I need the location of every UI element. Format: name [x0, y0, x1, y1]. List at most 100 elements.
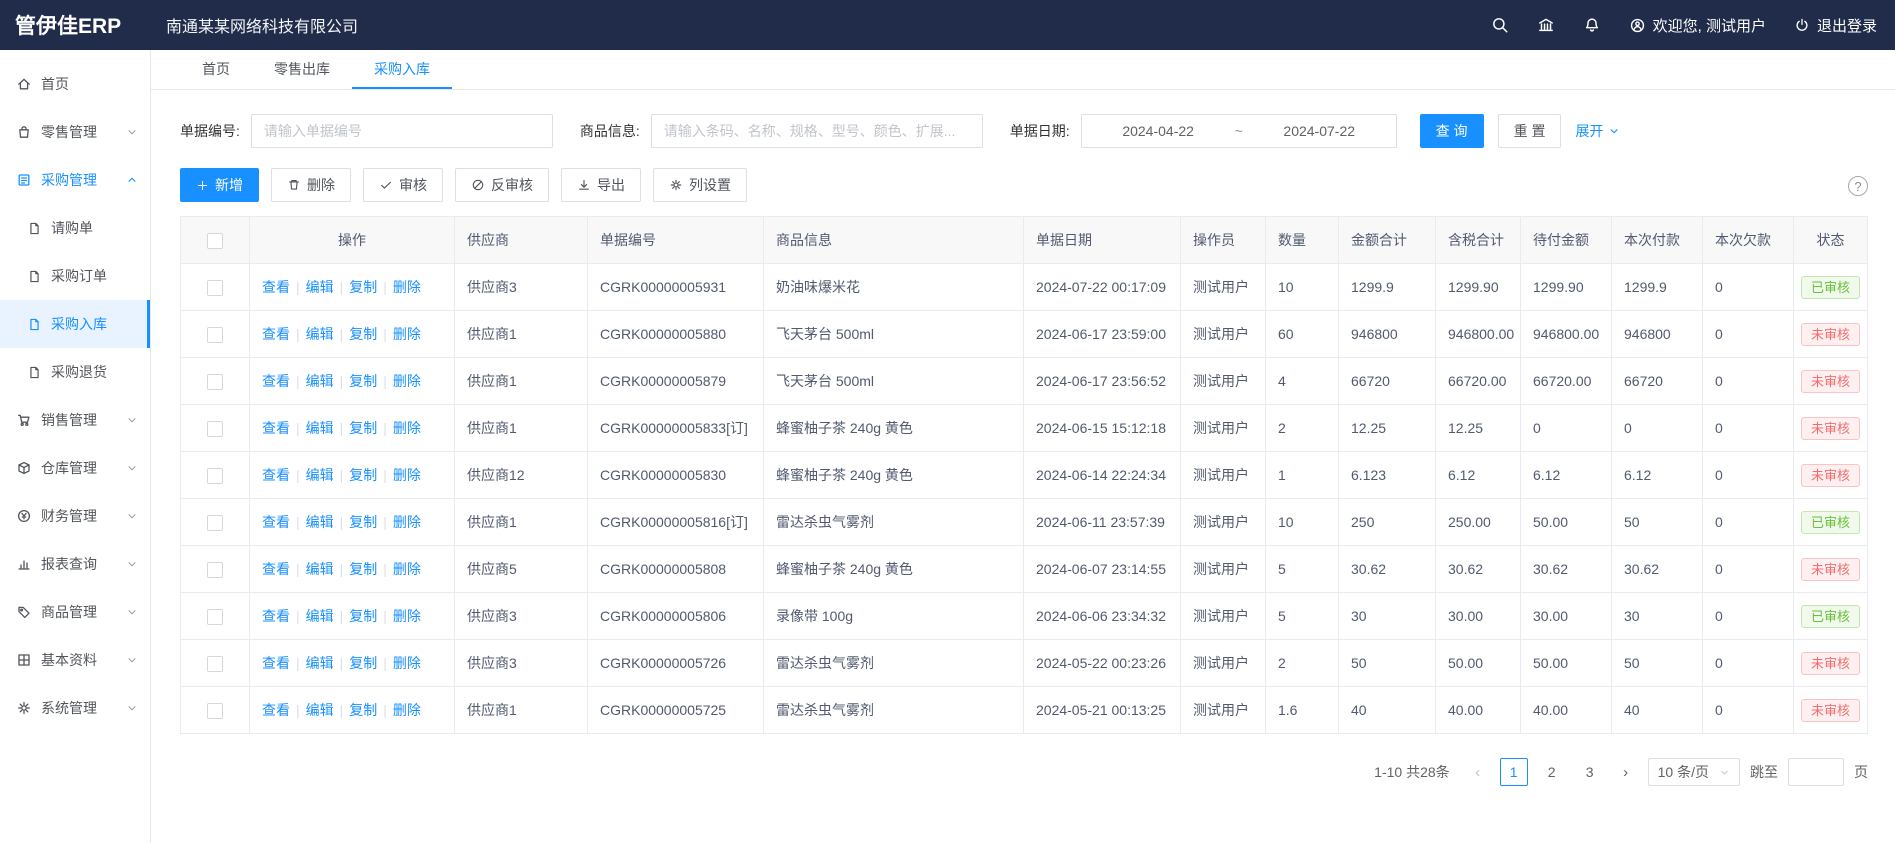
expand-button[interactable]: 展开 — [1575, 121, 1620, 141]
delete-link[interactable]: 删除 — [393, 420, 421, 436]
sidebar-item-sales[interactable]: 销售管理 — [0, 396, 150, 444]
jump-page-input[interactable] — [1788, 758, 1844, 786]
delete-link[interactable]: 删除 — [393, 655, 421, 671]
operator-cell: 测试用户 — [1181, 593, 1266, 640]
copy-link[interactable]: 复制 — [349, 420, 377, 436]
tab-retail-outbound[interactable]: 零售出库 — [252, 50, 352, 89]
payable-cell: 30.00 — [1521, 593, 1612, 640]
sidebar-item-basedata[interactable]: 基本资料 — [0, 636, 150, 684]
delete-link[interactable]: 删除 — [393, 608, 421, 624]
delete-button[interactable]: 删除 — [271, 168, 351, 202]
user-menu[interactable]: 欢迎您, 测试用户 — [1629, 15, 1766, 36]
export-button[interactable]: 导出 — [561, 168, 641, 202]
delete-link[interactable]: 删除 — [393, 514, 421, 530]
copy-link[interactable]: 复制 — [349, 279, 377, 295]
row-checkbox[interactable] — [207, 562, 223, 578]
tab-home[interactable]: 首页 — [180, 50, 252, 89]
bell-icon[interactable] — [1583, 16, 1601, 34]
delete-link[interactable]: 删除 — [393, 561, 421, 577]
audit-button[interactable]: 审核 — [363, 168, 443, 202]
edit-link[interactable]: 编辑 — [306, 514, 334, 530]
row-checkbox[interactable] — [207, 703, 223, 719]
sidebar-item-goods[interactable]: 商品管理 — [0, 588, 150, 636]
sidebar-item-finance[interactable]: 财务管理 — [0, 492, 150, 540]
edit-link[interactable]: 编辑 — [306, 655, 334, 671]
row-checkbox[interactable] — [207, 515, 223, 531]
copy-link[interactable]: 复制 — [349, 373, 377, 389]
next-page-button[interactable]: › — [1614, 758, 1638, 786]
sidebar-item-reports[interactable]: 报表查询 — [0, 540, 150, 588]
help-icon[interactable]: ? — [1848, 176, 1868, 196]
copy-link[interactable]: 复制 — [349, 655, 377, 671]
edit-link[interactable]: 编辑 — [306, 420, 334, 436]
edit-link[interactable]: 编辑 — [306, 561, 334, 577]
row-checkbox[interactable] — [207, 468, 223, 484]
delete-link[interactable]: 删除 — [393, 279, 421, 295]
row-checkbox[interactable] — [207, 280, 223, 296]
row-checkbox[interactable] — [207, 609, 223, 625]
edit-link[interactable]: 编辑 — [306, 608, 334, 624]
sidebar-subitem-purchase-return[interactable]: 采购退货 — [0, 348, 150, 396]
edit-link[interactable]: 编辑 — [306, 279, 334, 295]
copy-link[interactable]: 复制 — [349, 514, 377, 530]
sidebar-item-retail[interactable]: 零售管理 — [0, 108, 150, 156]
date-range-picker[interactable]: 2024-04-22 ~ 2024-07-22 — [1081, 114, 1397, 148]
sidebar-subitem-requisition[interactable]: 请购单 — [0, 204, 150, 252]
sidebar-subitem-purchase-inbound[interactable]: 采购入库 — [0, 300, 150, 348]
page-size-select[interactable]: 10 条/页 — [1648, 758, 1740, 786]
date-from-value[interactable]: 2024-04-22 — [1122, 123, 1194, 139]
product-info-input[interactable] — [651, 114, 983, 148]
view-link[interactable]: 查看 — [262, 561, 290, 577]
copy-link[interactable]: 复制 — [349, 326, 377, 342]
view-link[interactable]: 查看 — [262, 608, 290, 624]
view-link[interactable]: 查看 — [262, 373, 290, 389]
reset-button[interactable]: 重 置 — [1498, 114, 1562, 148]
sidebar-item-warehouse[interactable]: 仓库管理 — [0, 444, 150, 492]
view-link[interactable]: 查看 — [262, 514, 290, 530]
sidebar-item-purchase[interactable]: 采购管理 — [0, 156, 150, 204]
sidebar-item-home[interactable]: 首页 — [0, 60, 150, 108]
search-icon[interactable] — [1491, 16, 1509, 34]
row-checkbox[interactable] — [207, 421, 223, 437]
search-button[interactable]: 查 询 — [1420, 114, 1484, 148]
row-checkbox[interactable] — [207, 327, 223, 343]
column-settings-button[interactable]: 列设置 — [653, 168, 747, 202]
edit-link[interactable]: 编辑 — [306, 373, 334, 389]
sidebar-subitem-purchase-order[interactable]: 采购订单 — [0, 252, 150, 300]
sidebar-item-system[interactable]: 系统管理 — [0, 684, 150, 732]
prev-page-button[interactable]: ‹ — [1466, 758, 1490, 786]
page-button-1[interactable]: 1 — [1500, 758, 1528, 786]
add-button[interactable]: 新增 — [180, 168, 259, 202]
edit-link[interactable]: 编辑 — [306, 326, 334, 342]
view-link[interactable]: 查看 — [262, 655, 290, 671]
view-link[interactable]: 查看 — [262, 702, 290, 718]
page-button-2[interactable]: 2 — [1538, 758, 1566, 786]
date-to-value[interactable]: 2024-07-22 — [1283, 123, 1355, 139]
delete-link[interactable]: 删除 — [393, 326, 421, 342]
edit-link[interactable]: 编辑 — [306, 467, 334, 483]
view-link[interactable]: 查看 — [262, 420, 290, 436]
bank-icon[interactable] — [1537, 16, 1555, 34]
page-button-3[interactable]: 3 — [1576, 758, 1604, 786]
copy-link[interactable]: 复制 — [349, 467, 377, 483]
logout-button[interactable]: 退出登录 — [1794, 15, 1877, 36]
copy-link[interactable]: 复制 — [349, 702, 377, 718]
link-separator: | — [340, 420, 344, 436]
table-row: 查看|编辑|复制|删除 供应商1 CGRK00000005725 雷达杀虫气雾剂… — [181, 687, 1868, 734]
row-checkbox[interactable] — [207, 656, 223, 672]
unaudit-button[interactable]: 反审核 — [455, 168, 549, 202]
delete-link[interactable]: 删除 — [393, 467, 421, 483]
view-link[interactable]: 查看 — [262, 326, 290, 342]
doc-no-input[interactable] — [251, 114, 553, 148]
delete-link[interactable]: 删除 — [393, 702, 421, 718]
copy-link[interactable]: 复制 — [349, 608, 377, 624]
copy-link[interactable]: 复制 — [349, 561, 377, 577]
delete-link[interactable]: 删除 — [393, 373, 421, 389]
edit-link[interactable]: 编辑 — [306, 702, 334, 718]
select-all-checkbox[interactable] — [207, 233, 223, 249]
view-link[interactable]: 查看 — [262, 467, 290, 483]
tab-purchase-inbound[interactable]: 采购入库 — [352, 50, 452, 89]
view-link[interactable]: 查看 — [262, 279, 290, 295]
row-checkbox[interactable] — [207, 374, 223, 390]
product-cell: 飞天茅台 500ml — [764, 358, 1024, 405]
